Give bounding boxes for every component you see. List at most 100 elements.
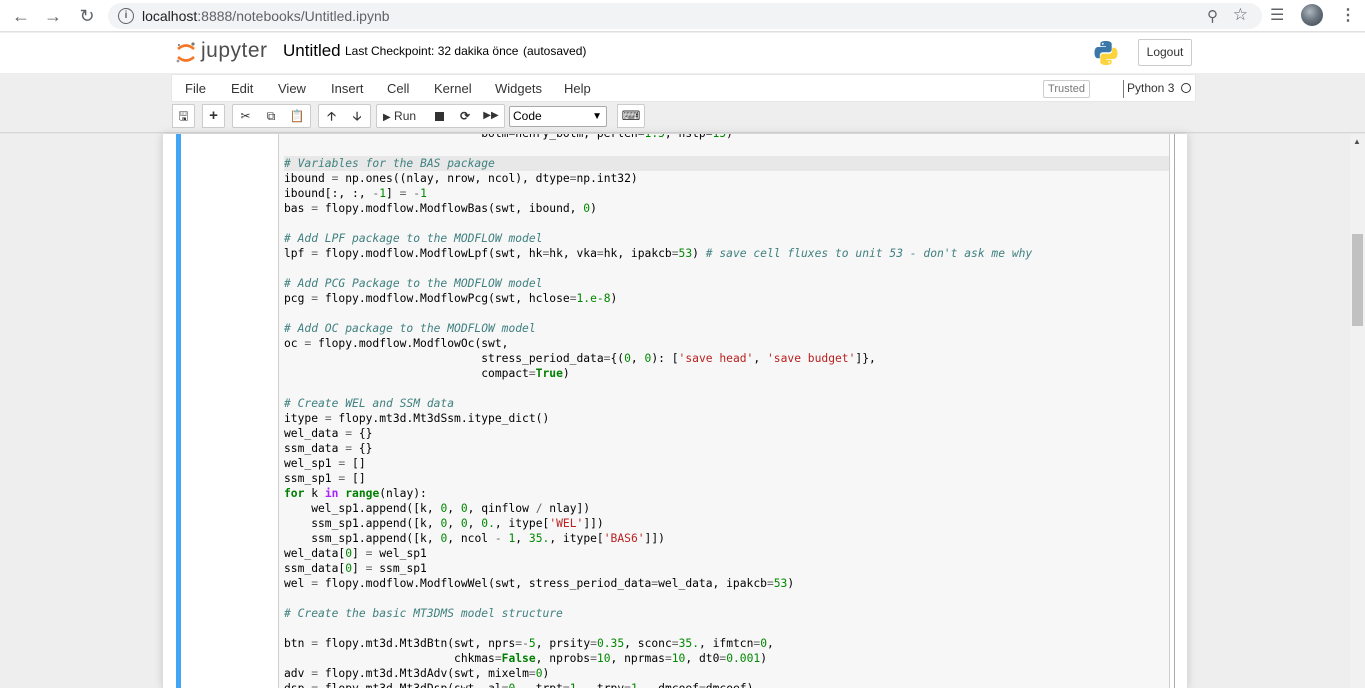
insert-cell-button[interactable]: + — [202, 104, 225, 128]
code-line[interactable] — [284, 141, 1169, 156]
menu-insert[interactable]: Insert — [331, 81, 364, 96]
cut-button[interactable]: ✂ — [232, 104, 259, 128]
code-line[interactable]: ibound[:, :, -1] = -1 — [284, 186, 1169, 201]
paste-button[interactable]: 📋 — [284, 104, 311, 128]
code-line[interactable]: ssm_sp1.append([k, 0, ncol - 1, 35., ity… — [284, 531, 1169, 546]
logout-button[interactable]: Logout — [1138, 39, 1192, 66]
code-line[interactable]: wel_sp1.append([k, 0, 0, qinflow / nlay]… — [284, 501, 1169, 516]
kernel-name[interactable]: Python 3 — [1127, 81, 1174, 95]
code-line[interactable]: # Add LPF package to the MODFLOW model — [284, 231, 1169, 246]
menu-widgets[interactable]: Widgets — [495, 81, 542, 96]
code-line[interactable]: adv = flopy.mt3d.Mt3dAdv(swt, mixelm=0) — [284, 666, 1169, 681]
code-line[interactable] — [284, 621, 1169, 636]
code-editor[interactable]: botm=henry_botm, perlen=1.5, nstp=15) # … — [278, 134, 1170, 688]
command-palette-button[interactable]: ⌨ — [617, 104, 645, 128]
code-line[interactable]: # Add OC package to the MODFLOW model — [284, 321, 1169, 336]
code-line[interactable]: ssm_sp1 = [] — [284, 471, 1169, 486]
code-line[interactable]: ssm_data[0] = ssm_sp1 — [284, 561, 1169, 576]
autosave-status: (autosaved) — [523, 44, 587, 58]
code-line[interactable]: wel = flopy.modflow.ModflowWel(swt, stre… — [284, 576, 1169, 591]
copy-icon: ⧉ — [266, 109, 276, 123]
reload-icon[interactable]: ↻ — [75, 4, 99, 28]
code-line[interactable]: wel_data = {} — [284, 426, 1169, 441]
fast-forward-icon: ▶▶ — [483, 110, 499, 121]
code-line[interactable]: dsp = flopy.mt3d.Mt3dDsp(swt, al=0., trp… — [284, 681, 1169, 688]
scissors-icon: ✂ — [240, 109, 251, 123]
restart-run-all-button[interactable]: ▶▶ — [478, 104, 505, 128]
address-bar[interactable]: i localhost:8888/notebooks/Untitled.ipyn… — [108, 3, 1262, 29]
arrow-down-icon: 🡣 — [352, 109, 362, 123]
run-label: Run — [394, 109, 417, 123]
bookmark-star-icon[interactable]: ☆ — [1233, 5, 1248, 25]
menu-edit[interactable]: Edit — [231, 81, 253, 96]
floppy-disk-icon: 🖫 — [178, 109, 189, 123]
code-line[interactable]: for k in range(nlay): — [284, 486, 1169, 501]
plus-icon: + — [209, 107, 218, 124]
scroll-up-icon[interactable]: ▲ — [1353, 137, 1361, 146]
restart-button[interactable]: ⟳ — [452, 104, 479, 128]
jupyter-header: jupyter Untitled Last Checkpoint: 32 dak… — [0, 33, 1365, 73]
url-text[interactable]: localhost:8888/notebooks/Untitled.ipynb — [142, 8, 390, 24]
code-line[interactable]: pcg = flopy.modflow.ModflowPcg(swt, hclo… — [284, 291, 1169, 306]
menu-view[interactable]: View — [278, 81, 306, 96]
notebook-name[interactable]: Untitled — [283, 41, 341, 61]
menu-help[interactable]: Help — [564, 81, 591, 96]
zoom-icon[interactable]: ⚲ — [1207, 7, 1218, 25]
code-line[interactable]: compact=True) — [284, 366, 1169, 381]
site-info-icon[interactable]: i — [118, 8, 134, 24]
forward-arrow-icon[interactable]: → — [41, 4, 65, 28]
trusted-indicator[interactable]: Trusted — [1043, 80, 1090, 98]
code-line[interactable]: wel_sp1 = [] — [284, 456, 1169, 471]
code-line[interactable]: itype = flopy.mt3d.Mt3dSsm.itype_dict() — [284, 411, 1169, 426]
code-line[interactable]: ssm_data = {} — [284, 441, 1169, 456]
code-text[interactable]: botm=henry_botm, perlen=1.5, nstp=15) # … — [284, 134, 1169, 688]
interrupt-button[interactable] — [426, 104, 453, 128]
code-line[interactable] — [284, 216, 1169, 231]
code-line[interactable]: # Add PCG Package to the MODFLOW model — [284, 276, 1169, 291]
code-line[interactable]: stress_period_data={(0, 0): ['save head'… — [284, 351, 1169, 366]
kernel-idle-icon — [1181, 83, 1191, 93]
move-up-button[interactable]: 🡡 — [318, 104, 345, 128]
menubar: File Edit View Insert Cell Kernel Widget… — [171, 74, 1196, 102]
save-button[interactable]: 🖫 — [172, 104, 195, 128]
menu-cell[interactable]: Cell — [387, 81, 409, 96]
code-line[interactable]: lpf = flopy.modflow.ModflowLpf(swt, hk=h… — [284, 246, 1169, 261]
copy-button[interactable]: ⧉ — [258, 104, 285, 128]
stop-icon — [434, 112, 444, 121]
code-line[interactable] — [284, 306, 1169, 321]
code-line[interactable]: ssm_sp1.append([k, 0, 0, 0., itype['WEL'… — [284, 516, 1169, 531]
move-down-button[interactable]: 🡣 — [344, 104, 371, 128]
code-line[interactable] — [284, 261, 1169, 276]
code-line[interactable]: wel_data[0] = wel_sp1 — [284, 546, 1169, 561]
code-line[interactable]: # Variables for the BAS package — [284, 156, 1169, 171]
code-line[interactable]: btn = flopy.mt3d.Mt3dBtn(swt, nprs=-5, p… — [284, 636, 1169, 651]
jupyter-logo[interactable]: jupyter — [175, 38, 267, 68]
code-line[interactable]: botm=henry_botm, perlen=1.5, nstp=15) — [284, 134, 1169, 141]
code-line[interactable] — [284, 591, 1169, 606]
chevron-down-icon: ▼ — [592, 111, 602, 122]
keyboard-icon: ⌨ — [621, 108, 641, 123]
code-line[interactable]: oc = flopy.modflow.ModflowOc(swt, — [284, 336, 1169, 351]
jupyter-logo-icon — [176, 42, 195, 63]
restart-icon: ⟳ — [459, 109, 471, 123]
menu-file[interactable]: File — [185, 81, 206, 96]
code-line[interactable]: # Create WEL and SSM data — [284, 396, 1169, 411]
python-logo-icon — [1094, 41, 1118, 65]
vertical-scrollbar[interactable]: ▲ — [1350, 134, 1365, 688]
run-button[interactable]: ▶ Run — [376, 104, 427, 128]
browser-menu-icon[interactable]: ⋮ — [1340, 5, 1356, 25]
scrollbar-thumb[interactable] — [1352, 234, 1363, 326]
cell-type-select[interactable]: Code ▼ — [509, 106, 607, 127]
back-arrow-icon[interactable]: ← — [9, 4, 33, 28]
play-icon: ▶ — [383, 112, 391, 123]
profile-avatar[interactable] — [1301, 4, 1323, 26]
code-line[interactable]: ibound = np.ones((nlay, nrow, ncol), dty… — [284, 171, 1169, 186]
menu-kernel[interactable]: Kernel — [434, 81, 472, 96]
reading-list-icon[interactable]: ☰ — [1270, 5, 1284, 25]
code-line[interactable] — [284, 381, 1169, 396]
code-line[interactable]: bas = flopy.modflow.ModflowBas(swt, ibou… — [284, 201, 1169, 216]
code-line[interactable]: # Create the basic MT3DMS model structur… — [284, 606, 1169, 621]
code-cell[interactable]: botm=henry_botm, perlen=1.5, nstp=15) # … — [176, 134, 1175, 688]
code-line[interactable]: chkmas=False, nprobs=10, nprmas=10, dt0=… — [284, 651, 1169, 666]
kernel-separator — [1123, 80, 1124, 98]
